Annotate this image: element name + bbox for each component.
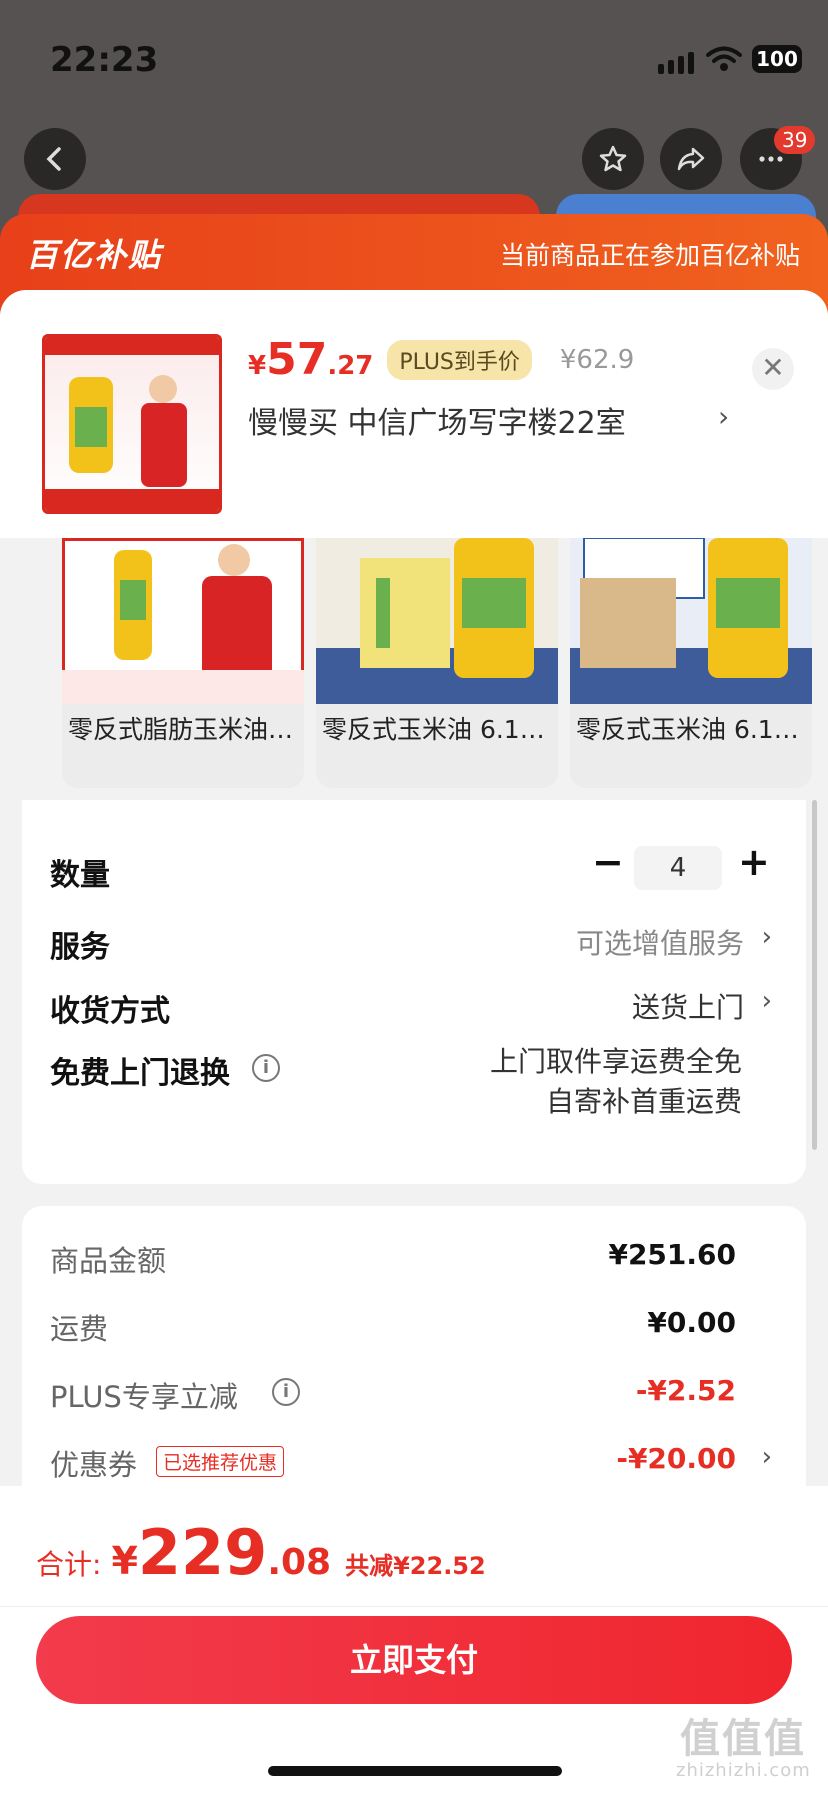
variant-label: 零反式玉米油 6.18L+糯玉米段1...	[322, 715, 558, 744]
variant-image	[62, 538, 304, 704]
info-icon[interactable]: i	[272, 1378, 300, 1406]
plus-discount-label: PLUS专享立减	[50, 1380, 238, 1414]
back-button[interactable]	[24, 128, 86, 190]
product-thumbnail	[42, 334, 222, 514]
subsidy-brand-logo: 百亿补贴	[26, 236, 163, 274]
delivery-address[interactable]: 慢慢买 中信广场写字楼22室	[248, 398, 748, 442]
total-symbol: ¥	[111, 1539, 138, 1583]
coupon-value[interactable]: -¥20.00	[616, 1442, 736, 1475]
total-decimal: .08	[267, 1542, 332, 1583]
delivery-method-value[interactable]: 送货上门	[632, 986, 744, 1026]
status-time: 22:23	[50, 40, 159, 80]
quantity-input[interactable]: 4	[634, 846, 722, 890]
shipping-label: 运费	[50, 1312, 109, 1346]
price-row: ¥ 57 .27 PLUS到手价 ¥62.9	[248, 334, 634, 385]
watermark-url: zhizhizhi.com	[676, 1760, 811, 1781]
price-breakdown: 商品金额 ¥251.60 运费 ¥0.00 PLUS专享立减 i -¥2.52 …	[22, 1206, 806, 1486]
chevron-right-icon[interactable]: ›	[718, 400, 729, 433]
free-return-value-2: 自寄补首重运费	[545, 1085, 742, 1118]
total-amount: 合计: ¥ 229 .08 共减¥22.52	[36, 1516, 486, 1589]
plus-price-tag: PLUS到手价	[387, 339, 532, 380]
message-badge: 39	[774, 126, 816, 154]
quantity-label: 数量	[50, 858, 110, 893]
chevron-right-icon[interactable]: ›	[762, 986, 772, 1016]
goods-amount-label: 商品金额	[50, 1244, 167, 1278]
subsidy-note: 当前商品正在参加百亿补贴	[499, 241, 800, 270]
quantity-plus-button[interactable]: +	[738, 840, 770, 884]
checkout-bar: 合计: ¥ 229 .08 共减¥22.52 立即支付 值值值 zhizhizh…	[0, 1486, 828, 1793]
info-icon[interactable]: i	[252, 1054, 280, 1082]
price-integer: 57	[266, 334, 328, 385]
wifi-icon	[706, 46, 742, 71]
quantity-minus-button[interactable]: −	[592, 840, 624, 884]
pay-now-button[interactable]: 立即支付	[36, 1616, 792, 1704]
coupon-selected-badge: 已选推荐优惠	[156, 1446, 285, 1477]
variant-list: 零反式脂肪玉米油 700ML 零反式玉米油 6.18L+糯玉米段1... 零反式…	[0, 538, 828, 800]
variant-card[interactable]: 零反式玉米油 6.18L+糯玉米段1...	[316, 538, 558, 788]
close-icon: ✕	[761, 351, 785, 384]
free-return-label: 免费上门退换	[50, 1056, 230, 1091]
signal-icon	[658, 52, 694, 74]
variant-image	[316, 538, 558, 704]
share-button[interactable]	[660, 128, 722, 190]
product-summary: ¥ 57 .27 PLUS到手价 ¥62.9 ✕ 慢慢买 中信广场写字楼22室 …	[0, 290, 828, 538]
chevron-right-icon[interactable]: ›	[762, 1442, 772, 1472]
delivery-method-label: 收货方式	[50, 994, 170, 1029]
status-bar: 22:23 100	[0, 0, 828, 110]
share-icon	[677, 147, 705, 171]
battery-icon: 100	[752, 45, 802, 73]
shipping-value: ¥0.00	[647, 1306, 736, 1339]
total-savings: 共减¥22.52	[345, 1552, 486, 1580]
favorite-button[interactable]	[582, 128, 644, 190]
goods-amount-value: ¥251.60	[608, 1238, 736, 1271]
free-return-value-1: 上门取件享运费全免	[489, 1045, 742, 1078]
coupon-label: 优惠券	[50, 1448, 138, 1482]
price-symbol: ¥	[248, 351, 267, 381]
total-label: 合计:	[36, 1548, 102, 1581]
variant-card[interactable]: 零反式玉米油 6.18L+卷纸140g*...	[570, 538, 812, 788]
service-value[interactable]: 可选增值服务	[576, 922, 744, 962]
variant-image	[570, 538, 812, 704]
variant-card[interactable]: 零反式脂肪玉米油 700ML	[62, 538, 304, 788]
total-integer: 229	[137, 1516, 268, 1589]
divider	[0, 1606, 828, 1607]
chevron-right-icon[interactable]: ›	[762, 922, 772, 952]
original-price: ¥62.9	[559, 344, 635, 375]
chevron-left-icon	[46, 147, 61, 171]
close-button[interactable]: ✕	[752, 348, 794, 390]
variant-label: 零反式脂肪玉米油 700ML	[68, 715, 304, 744]
home-indicator[interactable]	[268, 1766, 562, 1776]
variant-label: 零反式玉米油 6.18L+卷纸140g*...	[576, 715, 812, 744]
watermark-logo: 值值值	[680, 1716, 806, 1762]
service-label: 服务	[50, 930, 110, 965]
plus-discount-value: -¥2.52	[635, 1374, 736, 1407]
star-icon	[599, 145, 627, 172]
scrollbar[interactable]	[812, 800, 817, 1150]
order-options: 数量 − 4 + 服务 可选增值服务 › 收货方式 送货上门 › 免费上门退换 …	[22, 800, 806, 1184]
price-decimal: .27	[327, 351, 374, 381]
